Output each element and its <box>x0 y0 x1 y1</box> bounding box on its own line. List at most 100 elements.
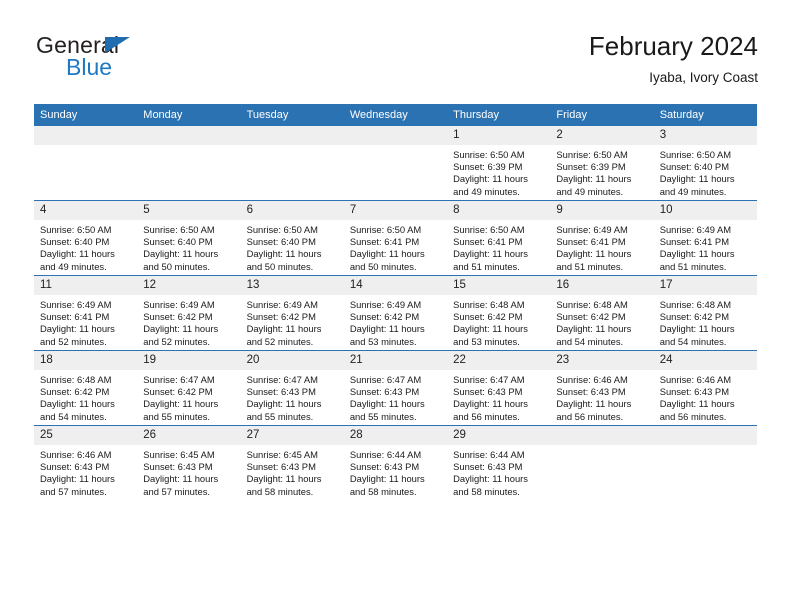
weekday-header-sunday: Sunday <box>34 104 138 126</box>
weekday-header-wednesday: Wednesday <box>343 104 448 126</box>
calendar-week-row: 4 Sunrise: 6:50 AM Sunset: 6:40 PM Dayli… <box>34 200 757 276</box>
day-details: Sunrise: 6:50 AM Sunset: 6:40 PM Dayligh… <box>241 220 344 273</box>
day-number: 9 <box>550 201 654 220</box>
day-details <box>137 145 240 149</box>
day-cell[interactable]: 9 Sunrise: 6:49 AM Sunset: 6:41 PM Dayli… <box>550 200 654 276</box>
daylight-line-2: and 50 minutes. <box>246 260 314 272</box>
day-cell[interactable]: 22 Sunrise: 6:47 AM Sunset: 6:43 PM Dayl… <box>447 350 551 426</box>
day-details: Sunrise: 6:49 AM Sunset: 6:41 PM Dayligh… <box>550 220 653 273</box>
daylight-line-1: Daylight: 11 hours <box>246 248 322 260</box>
day-number: 10 <box>653 201 757 220</box>
day-cell[interactable]: 21 Sunrise: 6:47 AM Sunset: 6:43 PM Dayl… <box>343 350 448 426</box>
day-cell[interactable] <box>550 425 654 500</box>
day-number <box>550 426 654 445</box>
day-cell[interactable]: 20 Sunrise: 6:47 AM Sunset: 6:43 PM Dayl… <box>240 350 344 426</box>
sunrise-line: Sunrise: 6:50 AM <box>143 224 215 235</box>
day-cell[interactable]: 11 Sunrise: 6:49 AM Sunset: 6:41 PM Dayl… <box>34 275 138 351</box>
daylight-line-1: Daylight: 11 hours <box>659 173 735 185</box>
day-number: 7 <box>343 201 448 220</box>
daylight-line-2: and 52 minutes. <box>40 335 107 347</box>
day-cell[interactable]: 28 Sunrise: 6:44 AM Sunset: 6:43 PM Dayl… <box>343 425 448 500</box>
day-cell[interactable]: 25 Sunrise: 6:46 AM Sunset: 6:43 PM Dayl… <box>34 425 138 500</box>
daylight-line-2: and 49 minutes. <box>40 260 107 272</box>
sunrise-line: Sunrise: 6:44 AM <box>349 449 422 460</box>
sunset-line: Sunset: 6:41 PM <box>556 236 626 248</box>
day-cell[interactable]: 18 Sunrise: 6:48 AM Sunset: 6:42 PM Dayl… <box>34 350 138 426</box>
day-cell[interactable]: 16 Sunrise: 6:48 AM Sunset: 6:42 PM Dayl… <box>550 275 654 351</box>
daylight-line-2: and 49 minutes. <box>556 185 624 197</box>
day-number: 5 <box>137 201 241 220</box>
daylight-line-1: Daylight: 11 hours <box>349 248 425 260</box>
sunset-line: Sunset: 6:43 PM <box>349 386 420 398</box>
sunset-line: Sunset: 6:43 PM <box>453 386 523 398</box>
day-cell[interactable]: 15 Sunrise: 6:48 AM Sunset: 6:42 PM Dayl… <box>447 275 551 351</box>
day-cell[interactable]: 6 Sunrise: 6:50 AM Sunset: 6:40 PM Dayli… <box>240 200 344 276</box>
brand-logo[interactable]: General Blue <box>36 32 256 94</box>
daylight-line-1: Daylight: 11 hours <box>453 323 528 335</box>
page-title: February 2024 <box>588 31 758 61</box>
day-details: Sunrise: 6:50 AM Sunset: 6:40 PM Dayligh… <box>654 145 757 198</box>
sunset-line: Sunset: 6:41 PM <box>349 236 420 248</box>
calendar-grid: Sunday Monday Tuesday Wednesday Thursday… <box>34 104 757 500</box>
daylight-line-1: Daylight: 11 hours <box>556 173 632 185</box>
weekday-header-friday: Friday <box>550 104 654 126</box>
day-cell[interactable] <box>653 425 757 500</box>
day-cell[interactable]: 7 Sunrise: 6:50 AM Sunset: 6:41 PM Dayli… <box>343 200 448 276</box>
sunset-line: Sunset: 6:39 PM <box>453 161 523 173</box>
daylight-line-1: Daylight: 11 hours <box>556 248 632 260</box>
day-cell[interactable]: 4 Sunrise: 6:50 AM Sunset: 6:40 PM Dayli… <box>34 200 138 276</box>
daylight-line-1: Daylight: 11 hours <box>556 398 632 410</box>
day-cell[interactable]: 27 Sunrise: 6:45 AM Sunset: 6:43 PM Dayl… <box>240 425 344 500</box>
brand-name-blue: Blue <box>66 54 113 80</box>
day-cell[interactable]: 14 Sunrise: 6:49 AM Sunset: 6:42 PM Dayl… <box>343 275 448 351</box>
calendar-page: General Blue February 2024 Iyaba, Ivory … <box>0 0 792 612</box>
day-cell[interactable]: 8 Sunrise: 6:50 AM Sunset: 6:41 PM Dayli… <box>447 200 551 276</box>
day-cell[interactable]: 24 Sunrise: 6:46 AM Sunset: 6:43 PM Dayl… <box>653 350 757 426</box>
sunrise-line: Sunrise: 6:50 AM <box>349 224 422 235</box>
day-cell[interactable]: 2 Sunrise: 6:50 AM Sunset: 6:39 PM Dayli… <box>550 126 654 201</box>
sunset-line: Sunset: 6:42 PM <box>659 311 729 323</box>
day-details: Sunrise: 6:49 AM Sunset: 6:41 PM Dayligh… <box>654 220 757 273</box>
sunset-line: Sunset: 6:40 PM <box>246 236 316 248</box>
day-cell[interactable]: 29 Sunrise: 6:44 AM Sunset: 6:43 PM Dayl… <box>447 425 551 500</box>
daylight-line-1: Daylight: 11 hours <box>453 173 528 185</box>
day-number: 8 <box>447 201 551 220</box>
daylight-line-1: Daylight: 11 hours <box>453 248 528 260</box>
day-details <box>34 145 137 149</box>
day-cell[interactable]: 3 Sunrise: 6:50 AM Sunset: 6:40 PM Dayli… <box>653 126 757 201</box>
day-cell[interactable]: 17 Sunrise: 6:48 AM Sunset: 6:42 PM Dayl… <box>653 275 757 351</box>
sunrise-line: Sunrise: 6:45 AM <box>143 449 215 460</box>
day-cell[interactable] <box>34 126 138 201</box>
page-subtitle: Iyaba, Ivory Coast <box>649 70 758 85</box>
day-number <box>240 126 344 145</box>
sunset-line: Sunset: 6:40 PM <box>659 161 729 173</box>
daylight-line-2: and 55 minutes. <box>246 410 314 422</box>
daylight-line-1: Daylight: 11 hours <box>246 323 322 335</box>
day-details: Sunrise: 6:47 AM Sunset: 6:43 PM Dayligh… <box>344 370 447 423</box>
day-details: Sunrise: 6:49 AM Sunset: 6:42 PM Dayligh… <box>241 295 344 348</box>
day-cell[interactable]: 13 Sunrise: 6:49 AM Sunset: 6:42 PM Dayl… <box>240 275 344 351</box>
daylight-line-2: and 50 minutes. <box>349 260 417 272</box>
day-cell[interactable]: 10 Sunrise: 6:49 AM Sunset: 6:41 PM Dayl… <box>653 200 757 276</box>
page-header: General Blue February 2024 Iyaba, Ivory … <box>34 30 758 98</box>
day-cell[interactable]: 12 Sunrise: 6:49 AM Sunset: 6:42 PM Dayl… <box>137 275 241 351</box>
sunset-line: Sunset: 6:42 PM <box>556 311 626 323</box>
day-cell[interactable] <box>343 126 448 201</box>
day-cell[interactable] <box>137 126 241 201</box>
day-cell[interactable]: 1 Sunrise: 6:50 AM Sunset: 6:39 PM Dayli… <box>447 126 551 201</box>
day-number <box>653 426 757 445</box>
day-number: 20 <box>240 351 344 370</box>
day-details: Sunrise: 6:48 AM Sunset: 6:42 PM Dayligh… <box>447 295 550 348</box>
day-details: Sunrise: 6:46 AM Sunset: 6:43 PM Dayligh… <box>550 370 653 423</box>
day-cell[interactable]: 26 Sunrise: 6:45 AM Sunset: 6:43 PM Dayl… <box>137 425 241 500</box>
day-cell[interactable]: 19 Sunrise: 6:47 AM Sunset: 6:42 PM Dayl… <box>137 350 241 426</box>
day-details: Sunrise: 6:48 AM Sunset: 6:42 PM Dayligh… <box>34 370 137 423</box>
sunrise-line: Sunrise: 6:48 AM <box>40 374 112 385</box>
day-cell[interactable]: 5 Sunrise: 6:50 AM Sunset: 6:40 PM Dayli… <box>137 200 241 276</box>
daylight-line-1: Daylight: 11 hours <box>246 473 322 485</box>
day-cell[interactable] <box>240 126 344 201</box>
day-number: 4 <box>34 201 138 220</box>
day-cell[interactable]: 23 Sunrise: 6:46 AM Sunset: 6:43 PM Dayl… <box>550 350 654 426</box>
day-details: Sunrise: 6:45 AM Sunset: 6:43 PM Dayligh… <box>241 445 344 498</box>
daylight-line-2: and 53 minutes. <box>453 335 520 347</box>
